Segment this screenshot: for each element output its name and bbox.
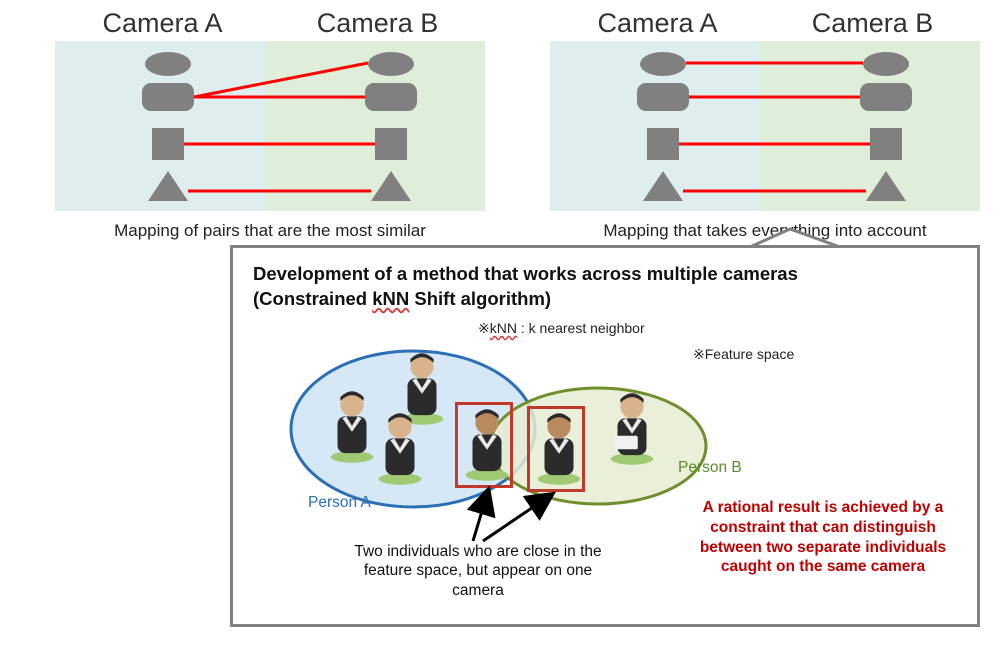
feature-space-note: ※Feature space [693, 346, 794, 363]
rounded-rect-icon [365, 83, 417, 111]
camera-b-label: Camera B [270, 8, 485, 39]
left-comparison: Camera A Camera B Mapping of pairs that … [55, 8, 485, 241]
rounded-rect-icon [142, 83, 194, 111]
selection-box-icon [455, 402, 513, 488]
callout-title: Development of a method that works acros… [253, 262, 961, 312]
triangle-icon [643, 171, 683, 201]
ellipse-icon [640, 52, 686, 76]
arrow-icon [433, 481, 603, 551]
person-b-label: Person B [678, 459, 742, 477]
callout: Development of a method that works acros… [230, 245, 980, 627]
square-icon [647, 128, 679, 160]
note-right: A rational result is achieved by a const… [693, 498, 953, 577]
triangle-icon [866, 171, 906, 201]
triangle-icon [371, 171, 411, 201]
camera-a-label: Camera A [550, 8, 765, 39]
person-a-label: Person A [308, 494, 371, 512]
camera-b-label: Camera B [765, 8, 980, 39]
person-icon [371, 408, 429, 488]
selection-box-icon [527, 406, 585, 492]
note-left: Two individuals who are close in the fea… [338, 542, 618, 600]
square-icon [152, 128, 184, 160]
rounded-rect-icon [860, 83, 912, 111]
square-icon [375, 128, 407, 160]
camera-a-label: Camera A [55, 8, 270, 39]
rounded-rect-icon [637, 83, 689, 111]
triangle-icon [148, 171, 188, 201]
person-icon [603, 388, 661, 468]
knn-note: ※kNN : k nearest neighbor [478, 320, 645, 336]
ellipse-icon [863, 52, 909, 76]
ellipse-icon [145, 52, 191, 76]
square-icon [870, 128, 902, 160]
left-caption: Mapping of pairs that are the most simil… [55, 221, 485, 241]
right-comparison: Camera A Camera B Mapping that takes eve… [550, 8, 980, 241]
ellipse-icon [368, 52, 414, 76]
